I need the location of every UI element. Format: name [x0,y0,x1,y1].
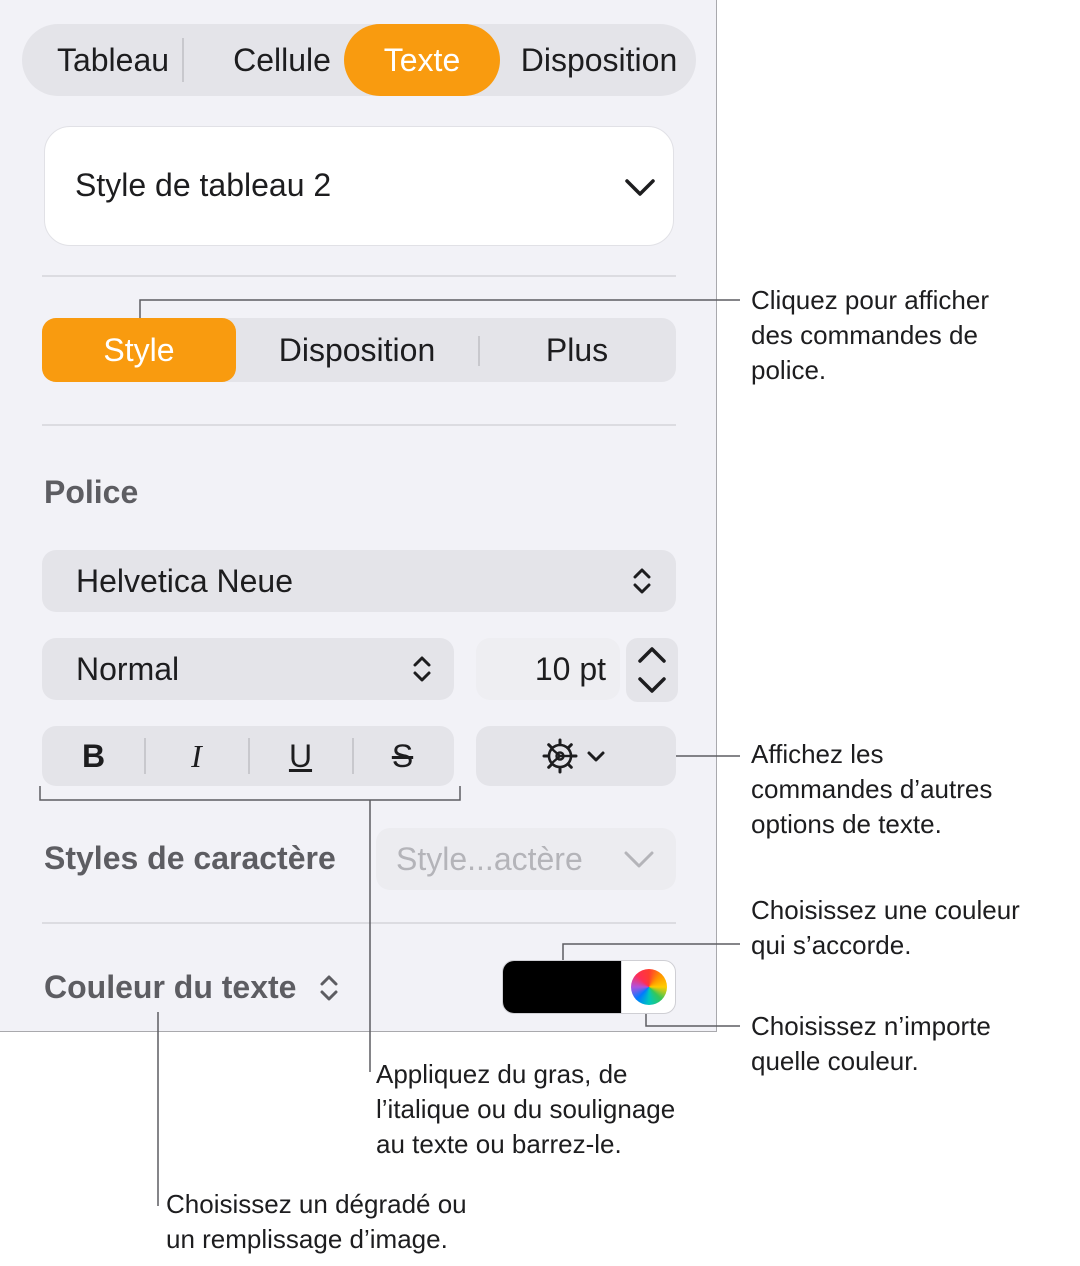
callout-color-wheel: Choisissez n’importe quelle couleur. [751,1009,991,1079]
callout-line: Choisissez n’importe [751,1011,991,1041]
callout-advanced-options: Affichez les commandes d’autres options … [751,737,992,842]
callout-line: quelle couleur. [751,1046,919,1076]
callout-line: des commandes de [751,320,978,350]
callout-line: au texte ou barrez-le. [376,1129,622,1159]
callout-line: options de texte. [751,809,942,839]
callout-line: Choisissez un dégradé ou [166,1189,467,1219]
callout-line: Affichez les [751,739,884,769]
callout-line: qui s’accorde. [751,930,912,960]
callout-line: Appliquez du gras, de [376,1059,628,1089]
callout-style-tab: Cliquez pour afficher des commandes de p… [751,283,989,388]
callout-color-swatch: Choisissez une couleur qui s’accorde. [751,893,1020,963]
callout-line: Choisissez une couleur [751,895,1020,925]
callout-line: police. [751,355,827,385]
callout-line: un remplissage d’image. [166,1224,448,1254]
callout-line: commandes d’autres [751,774,993,804]
callout-fill: Choisissez un dégradé ou un remplissage … [166,1187,467,1257]
callout-line: l’italique ou du soulignage [376,1094,676,1124]
callout-line: Cliquez pour afficher [751,285,989,315]
callout-format-buttons: Appliquez du gras, de l’italique ou du s… [376,1057,675,1162]
